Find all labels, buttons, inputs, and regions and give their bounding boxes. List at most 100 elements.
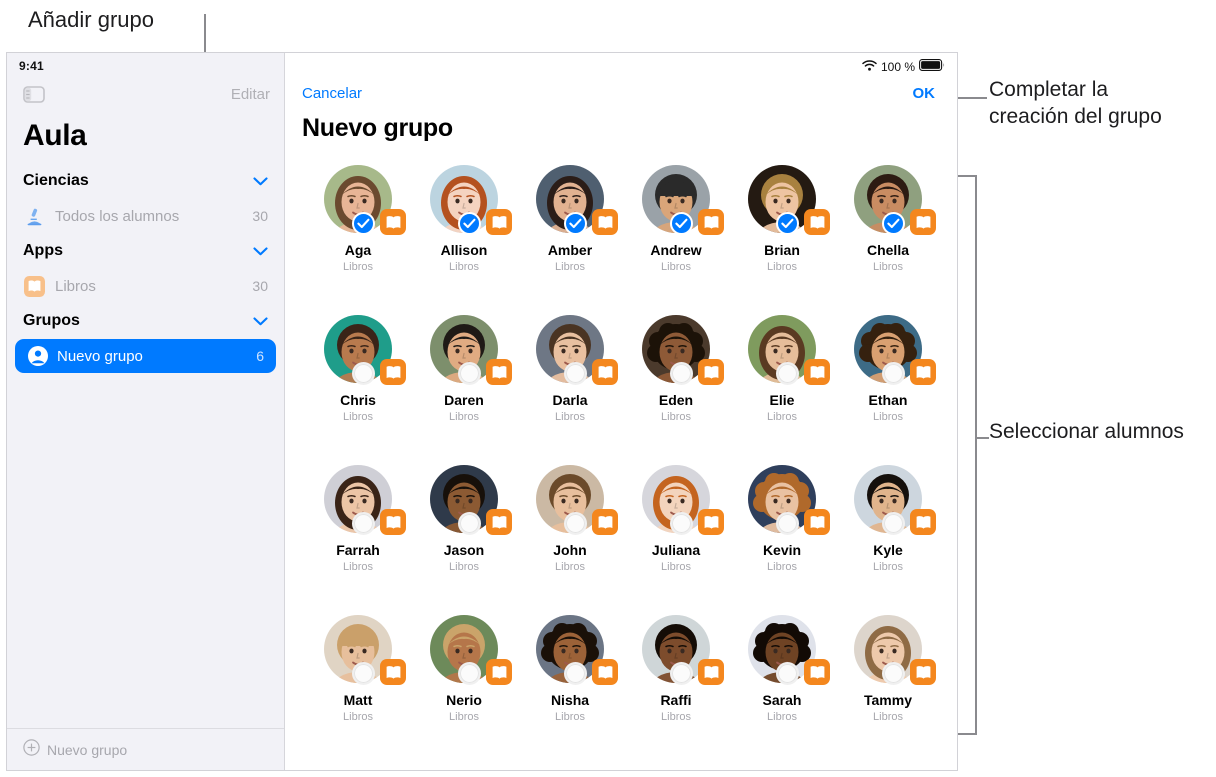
unselected-circle-badge[interactable] (564, 362, 587, 385)
student-cell[interactable]: Darla Libros (517, 315, 623, 465)
unselected-circle-badge[interactable] (352, 662, 375, 685)
unselected-circle-badge[interactable] (776, 512, 799, 535)
student-avatar-wrapper[interactable] (642, 165, 724, 235)
student-avatar-wrapper[interactable] (430, 165, 512, 235)
student-cell[interactable]: Nerio Libros (411, 615, 517, 765)
student-cell[interactable]: Eden Libros (623, 315, 729, 465)
student-avatar-wrapper[interactable] (536, 315, 618, 385)
selected-checkmark-badge[interactable] (352, 212, 375, 235)
student-cell[interactable]: Allison Libros (411, 165, 517, 315)
student-avatar-wrapper[interactable] (536, 465, 618, 535)
sidebar-item-nuevo-grupo[interactable]: Nuevo grupo 6 (15, 339, 276, 373)
student-cell[interactable]: Aga Libros (305, 165, 411, 315)
unselected-circle-badge[interactable] (564, 512, 587, 535)
student-app-label: Libros (767, 411, 797, 423)
student-cell[interactable]: Kyle Libros (835, 465, 941, 615)
student-app-label: Libros (343, 411, 373, 423)
student-cell[interactable]: Jason Libros (411, 465, 517, 615)
student-avatar-wrapper[interactable] (748, 315, 830, 385)
student-cell[interactable]: Ethan Libros (835, 315, 941, 465)
sidebar-item-libros[interactable]: Libros 30 (7, 269, 284, 303)
student-cell[interactable]: Matt Libros (305, 615, 411, 765)
unselected-circle-badge[interactable] (882, 662, 905, 685)
unselected-circle-badge[interactable] (458, 362, 481, 385)
unselected-circle-badge[interactable] (458, 662, 481, 685)
student-cell[interactable]: Tammy Libros (835, 615, 941, 765)
student-name: Kevin (762, 542, 802, 558)
unselected-circle-badge[interactable] (670, 662, 693, 685)
student-cell[interactable]: Kevin Libros (729, 465, 835, 615)
unselected-circle-badge[interactable] (670, 362, 693, 385)
student-avatar-wrapper[interactable] (854, 315, 936, 385)
chevron-down-icon[interactable] (253, 176, 268, 186)
student-avatar-wrapper[interactable] (642, 465, 724, 535)
cancel-button[interactable]: Cancelar (302, 85, 362, 102)
student-cell[interactable]: Andrew Libros (623, 165, 729, 315)
student-cell[interactable]: Brian Libros (729, 165, 835, 315)
sidebar-footer-new-group[interactable]: Nuevo grupo (7, 728, 284, 770)
student-cell[interactable]: Amber Libros (517, 165, 623, 315)
selected-checkmark-badge[interactable] (564, 212, 587, 235)
books-app-icon (804, 209, 830, 235)
books-app-icon (910, 209, 936, 235)
plus-circle-icon[interactable] (23, 738, 40, 761)
student-avatar-wrapper[interactable] (854, 465, 936, 535)
unselected-circle-badge[interactable] (882, 512, 905, 535)
student-avatar-wrapper[interactable] (536, 165, 618, 235)
student-cell[interactable]: Raffi Libros (623, 615, 729, 765)
student-cell[interactable]: Elie Libros (729, 315, 835, 465)
student-avatar-wrapper[interactable] (854, 165, 936, 235)
student-cell[interactable]: Juliana Libros (623, 465, 729, 615)
student-avatar-wrapper[interactable] (642, 315, 724, 385)
ok-button[interactable]: OK (913, 85, 936, 102)
student-avatar-wrapper[interactable] (536, 615, 618, 685)
books-app-icon (592, 659, 618, 685)
sidebar-item-todos-los-alumnos[interactable]: Todos los alumnos 30 (7, 199, 284, 233)
student-cell[interactable]: Chella Libros (835, 165, 941, 315)
student-cell[interactable]: John Libros (517, 465, 623, 615)
student-cell[interactable]: Farrah Libros (305, 465, 411, 615)
student-avatar-wrapper[interactable] (430, 315, 512, 385)
student-avatar-wrapper[interactable] (324, 315, 406, 385)
selected-checkmark-badge[interactable] (776, 212, 799, 235)
sidebar-section-header-grupos[interactable]: Grupos (7, 303, 284, 339)
student-cell[interactable]: Sarah Libros (729, 615, 835, 765)
unselected-circle-badge[interactable] (882, 362, 905, 385)
student-avatar-wrapper[interactable] (430, 615, 512, 685)
student-app-label: Libros (767, 261, 797, 273)
sidebar-section-header-ciencias[interactable]: Ciencias (7, 163, 284, 199)
student-app-label: Libros (449, 261, 479, 273)
chevron-down-icon[interactable] (253, 316, 268, 326)
student-name: Andrew (650, 242, 702, 258)
unselected-circle-badge[interactable] (670, 512, 693, 535)
main-panel: 100 % Cancelar OK Nuevo grupo Aga Libros A… (285, 53, 957, 770)
unselected-circle-badge[interactable] (352, 512, 375, 535)
student-app-label: Libros (343, 261, 373, 273)
student-avatar-wrapper[interactable] (324, 165, 406, 235)
student-cell[interactable]: Daren Libros (411, 315, 517, 465)
selected-checkmark-badge[interactable] (670, 212, 693, 235)
books-app-icon (592, 359, 618, 385)
unselected-circle-badge[interactable] (352, 362, 375, 385)
student-avatar-wrapper[interactable] (748, 465, 830, 535)
edit-button[interactable]: Editar (231, 86, 270, 103)
student-avatar-wrapper[interactable] (854, 615, 936, 685)
student-avatar-wrapper[interactable] (430, 465, 512, 535)
student-avatar-wrapper[interactable] (748, 165, 830, 235)
unselected-circle-badge[interactable] (776, 662, 799, 685)
unselected-circle-badge[interactable] (458, 512, 481, 535)
student-cell[interactable]: Chris Libros (305, 315, 411, 465)
student-avatar-wrapper[interactable] (748, 615, 830, 685)
selected-checkmark-badge[interactable] (458, 212, 481, 235)
sidebar-toggle-icon[interactable] (23, 85, 45, 103)
unselected-circle-badge[interactable] (776, 362, 799, 385)
selected-checkmark-badge[interactable] (882, 212, 905, 235)
battery-percent-label: 100 % (880, 59, 915, 74)
sidebar-section-header-apps[interactable]: Apps (7, 233, 284, 269)
student-avatar-wrapper[interactable] (324, 615, 406, 685)
student-cell[interactable]: Nisha Libros (517, 615, 623, 765)
chevron-down-icon[interactable] (253, 246, 268, 256)
unselected-circle-badge[interactable] (564, 662, 587, 685)
student-avatar-wrapper[interactable] (324, 465, 406, 535)
student-avatar-wrapper[interactable] (642, 615, 724, 685)
